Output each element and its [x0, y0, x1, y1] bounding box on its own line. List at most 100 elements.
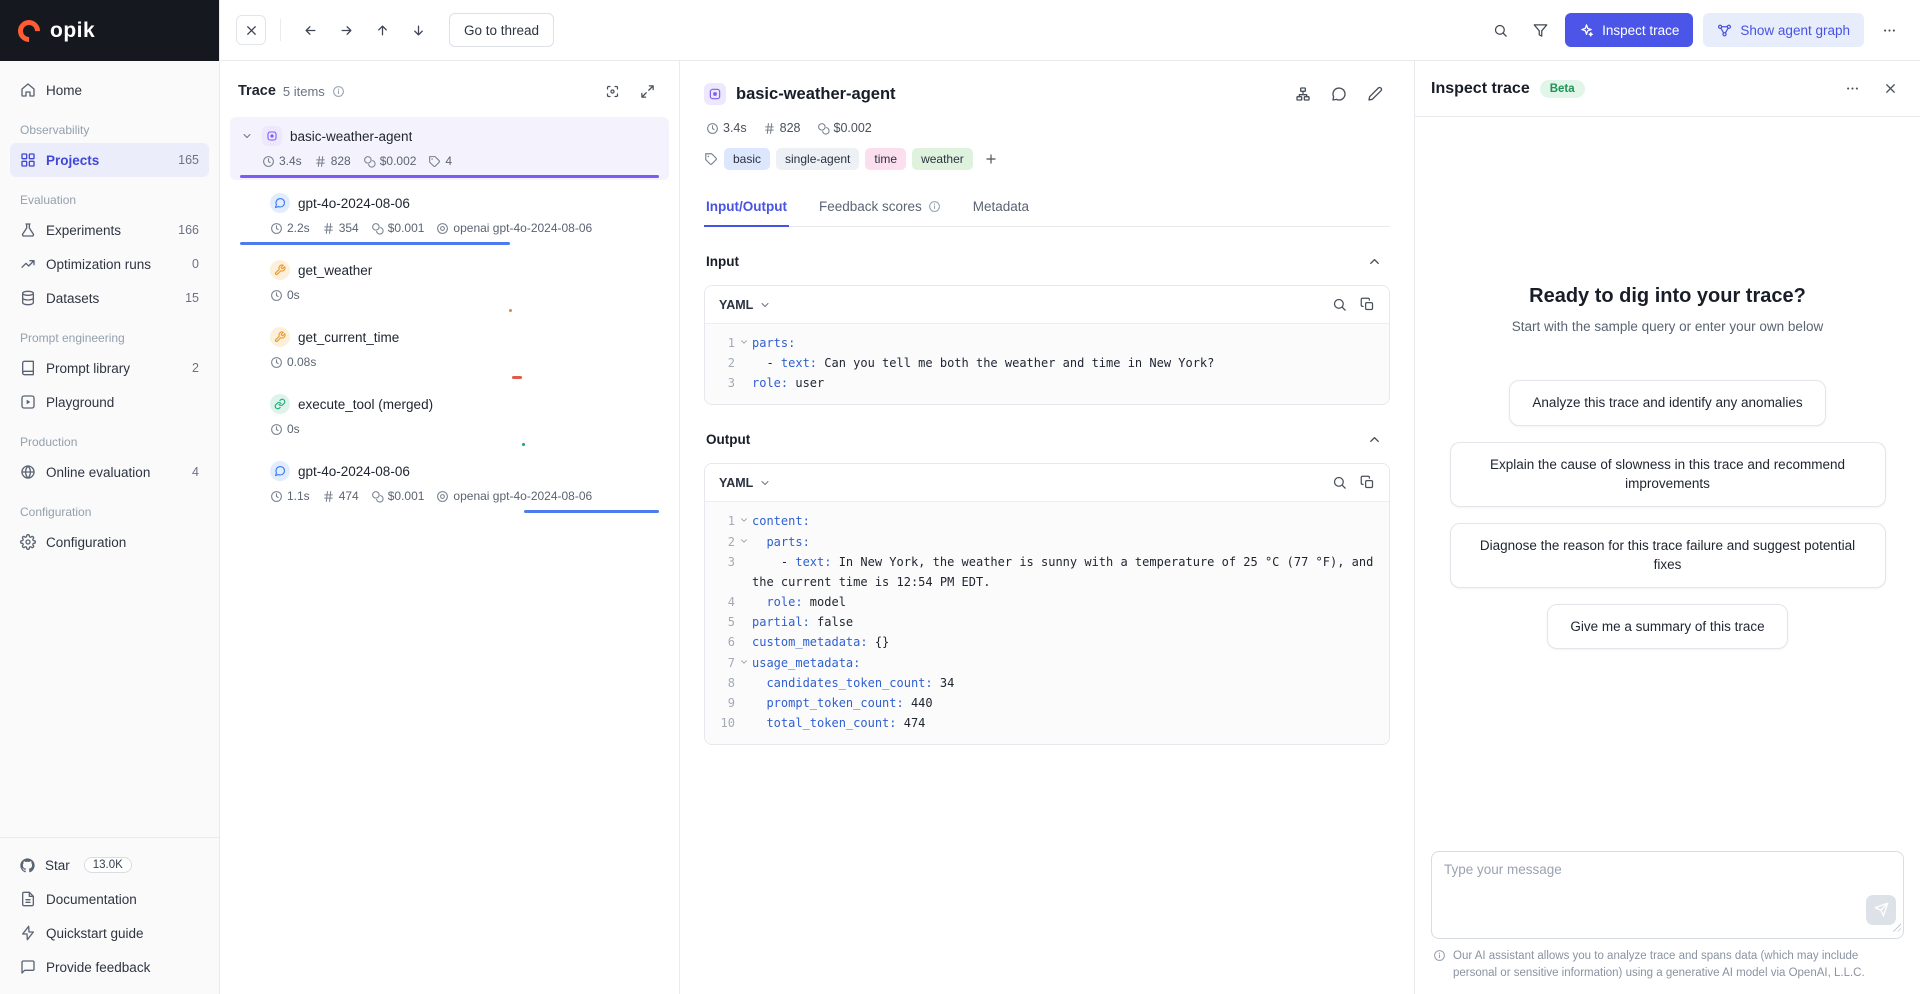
arrow-up-icon — [375, 23, 390, 38]
copy-code-button[interactable] — [1353, 469, 1381, 497]
prev-trace-button[interactable] — [295, 15, 325, 45]
add-comment-button[interactable] — [1324, 79, 1354, 109]
trace-row-get-current-time[interactable]: get_current_time 0.08s — [230, 318, 669, 381]
down-trace-button[interactable] — [403, 15, 433, 45]
sidebar-item-playground[interactable]: Playground — [10, 385, 209, 419]
sidebar-item-home[interactable]: Home — [10, 73, 209, 107]
format-select[interactable]: YAML — [719, 476, 771, 490]
chevron-down-icon[interactable] — [735, 653, 752, 673]
send-message-button[interactable] — [1866, 895, 1896, 925]
chevron-down-icon[interactable] — [735, 511, 752, 531]
search-button[interactable] — [1485, 15, 1515, 45]
close-trace-button[interactable] — [236, 15, 266, 45]
message-input[interactable] — [1431, 851, 1904, 939]
suggestion-diagnose-failure[interactable]: Diagnose the reason for this trace failu… — [1450, 523, 1886, 588]
search-in-code-button[interactable] — [1325, 469, 1353, 497]
logo[interactable]: opik — [0, 0, 219, 61]
chevron-down-icon[interactable] — [240, 130, 254, 142]
inspect-more-button[interactable] — [1838, 75, 1866, 103]
filter-button[interactable] — [1525, 15, 1555, 45]
sidebar-item-projects[interactable]: Projects 165 — [10, 143, 209, 177]
cost-icon — [371, 222, 384, 235]
sidebar-item-label: Configuration — [46, 535, 126, 550]
arrow-left-icon — [303, 23, 318, 38]
trace-tree-panel: Trace 5 items basic-weather-agent 3 — [220, 61, 680, 994]
sidebar-item-label: Playground — [46, 395, 114, 410]
edit-button[interactable] — [1360, 79, 1390, 109]
clock-icon — [270, 356, 283, 369]
sidebar-item-provide-feedback[interactable]: Provide feedback — [10, 950, 209, 984]
search-icon — [1332, 475, 1347, 490]
trace-panel-title: Trace — [238, 83, 276, 99]
inspect-trace-panel: Inspect trace Beta Ready to dig into you… — [1414, 61, 1920, 994]
copy-icon — [1360, 297, 1375, 312]
more-actions-button[interactable] — [1874, 15, 1904, 45]
inspect-close-button[interactable] — [1876, 75, 1904, 103]
sidebar-item-datasets[interactable]: Datasets 15 — [10, 281, 209, 315]
sidebar-item-prompt-library[interactable]: Prompt library 2 — [10, 351, 209, 385]
collapse-input-button[interactable] — [1360, 247, 1388, 275]
up-trace-button[interactable] — [367, 15, 397, 45]
suggestion-analyze-anomalies[interactable]: Analyze this trace and identify any anom… — [1509, 380, 1825, 426]
search-in-code-button[interactable] — [1325, 291, 1353, 319]
go-to-thread-button[interactable]: Go to thread — [449, 13, 554, 47]
add-tag-button[interactable] — [979, 148, 1003, 170]
search-icon — [1332, 297, 1347, 312]
tab-metadata[interactable]: Metadata — [971, 187, 1031, 226]
hash-icon — [314, 155, 327, 168]
sidebar-item-label: Prompt library — [46, 361, 130, 376]
detail-meta: 3.4s 828 $0.002 — [706, 121, 1390, 135]
collapse-output-button[interactable] — [1360, 425, 1388, 453]
trace-row-get-weather[interactable]: get_weather 0s — [230, 251, 669, 314]
next-trace-button[interactable] — [331, 15, 361, 45]
expand-tree-button[interactable] — [633, 77, 661, 105]
chevron-down-icon[interactable] — [735, 532, 752, 552]
show-agent-graph-button[interactable]: Show agent graph — [1703, 13, 1864, 47]
clock-icon — [270, 289, 283, 302]
span-model: openai gpt-4o-2024-08-06 — [436, 489, 592, 503]
input-section: Input YAML 1parts: 2 - text: Can you t — [704, 247, 1390, 405]
inspect-trace-button[interactable]: Inspect trace — [1565, 13, 1693, 47]
section-label-evaluation: Evaluation — [10, 177, 209, 213]
span-duration-bar — [240, 242, 659, 245]
section-label-prompt-engineering: Prompt engineering — [10, 315, 209, 351]
tag-single-agent[interactable]: single-agent — [776, 148, 859, 170]
trace-row-root[interactable]: basic-weather-agent 3.4s 828 $0.002 4 — [230, 117, 669, 180]
suggestion-explain-slowness[interactable]: Explain the cause of slowness in this tr… — [1450, 442, 1886, 507]
tag-time[interactable]: time — [865, 148, 906, 170]
sidebar-footer: Star 13.0K Documentation Quickstart guid… — [0, 837, 219, 994]
github-star-button[interactable]: Star 13.0K — [10, 848, 209, 882]
tab-feedback-scores[interactable]: Feedback scores — [817, 187, 943, 226]
inspect-panel-header: Inspect trace Beta — [1415, 61, 1920, 117]
trace-row-execute-tool[interactable]: execute_tool (merged) 0s — [230, 385, 669, 448]
span-meta: 3.4s 828 $0.002 4 — [262, 154, 659, 168]
suggestion-summary[interactable]: Give me a summary of this trace — [1547, 604, 1787, 650]
sidebar-item-label: Optimization runs — [46, 257, 151, 272]
sidebar-item-label: Experiments — [46, 223, 121, 238]
trace-row-llm-2[interactable]: gpt-4o-2024-08-06 1.1s 474 $0.001 openai… — [230, 452, 669, 515]
locate-span-button[interactable] — [598, 77, 626, 105]
view-hierarchy-button[interactable] — [1288, 79, 1318, 109]
sidebar-item-documentation[interactable]: Documentation — [10, 882, 209, 916]
book-icon — [20, 360, 36, 376]
trace-row-llm-1[interactable]: gpt-4o-2024-08-06 2.2s 354 $0.001 openai… — [230, 184, 669, 247]
sidebar-item-experiments[interactable]: Experiments 166 — [10, 213, 209, 247]
chevron-up-icon — [1367, 254, 1382, 269]
tag-weather[interactable]: weather — [912, 148, 973, 170]
format-select[interactable]: YAML — [719, 298, 771, 312]
sidebar-item-configuration[interactable]: Configuration — [10, 525, 209, 559]
sidebar-item-online-evaluation[interactable]: Online evaluation 4 — [10, 455, 209, 489]
close-icon — [1883, 81, 1898, 96]
globe-icon — [20, 464, 36, 480]
chevron-down-icon[interactable] — [735, 333, 752, 353]
sidebar-item-quickstart[interactable]: Quickstart guide — [10, 916, 209, 950]
span-cost: $0.002 — [363, 154, 417, 168]
sidebar-item-optimization-runs[interactable]: Optimization runs 0 — [10, 247, 209, 281]
tag-basic[interactable]: basic — [724, 148, 770, 170]
span-tokens: 828 — [314, 154, 351, 168]
show-agent-graph-label: Show agent graph — [1740, 23, 1850, 38]
tab-input-output[interactable]: Input/Output — [704, 187, 789, 226]
copy-code-button[interactable] — [1353, 291, 1381, 319]
document-icon — [20, 891, 36, 907]
cost-icon — [371, 490, 384, 503]
